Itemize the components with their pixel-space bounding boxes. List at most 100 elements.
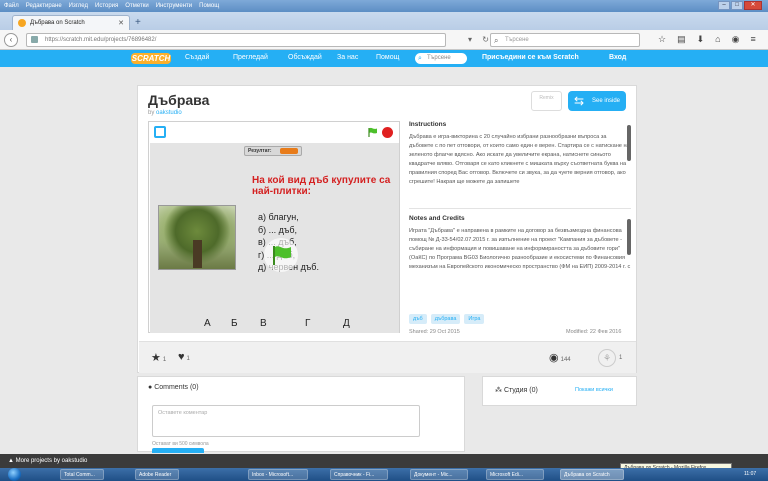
menu-bookmarks[interactable]: Отметки — [125, 3, 148, 9]
play-overlay-button[interactable] — [264, 238, 298, 272]
instructions-scrollbar[interactable] — [627, 125, 631, 161]
menu-view[interactable]: Изглед — [69, 3, 88, 9]
taskbar-item[interactable]: Total Comm... — [60, 469, 104, 480]
menu-file[interactable]: Файл — [4, 3, 19, 9]
score-value — [280, 148, 298, 154]
score-label: Резултат: — [248, 148, 272, 154]
bookmarks-list-icon[interactable]: ▤ — [677, 34, 686, 45]
comment-bubble-icon: ● — [148, 384, 153, 391]
view-all-studios-link[interactable]: Покажи всички — [575, 387, 613, 393]
post-comment-button[interactable] — [152, 448, 204, 453]
address-bar[interactable]: https://scratch.mit.edu/projects/7689648… — [26, 33, 446, 47]
menu-edit[interactable]: Редактиране — [26, 3, 62, 9]
tab-title: Дъбрава on Scratch — [30, 20, 85, 26]
bookmark-star-icon[interactable]: ☆ — [658, 34, 666, 45]
project-title: Дъбрава — [148, 92, 210, 108]
search-icon: ⌕ — [418, 55, 422, 62]
letter-button-a[interactable]: А — [204, 318, 211, 329]
answer-a: а) благун, — [258, 212, 299, 222]
notes-scrollbar[interactable] — [627, 219, 631, 255]
taskbar-item[interactable]: Inbox - Microsoft... — [248, 469, 308, 480]
taskbar-item-active[interactable]: Дъбрава on Scratch — [560, 469, 624, 480]
more-projects-label: More projects by oakstudio — [15, 458, 88, 464]
remix-button[interactable]: Remix — [531, 91, 562, 111]
nav-explore[interactable]: Прегледай — [233, 54, 268, 61]
taskbar-item[interactable]: Справочник - Fi... — [330, 469, 388, 480]
instructions-text: Дъбрава е игра-викторина с 20 случайно и… — [409, 134, 630, 186]
addon-icon[interactable]: ◉ — [732, 34, 740, 45]
star-icon: ★ — [151, 352, 161, 364]
scratch-header: SCRATCH Създай Прегледай Обсъждай За нас… — [0, 50, 768, 67]
letter-button-b[interactable]: Б — [231, 318, 238, 329]
love-button[interactable]: ♥ 1 — [178, 351, 190, 363]
tag-link[interactable]: дъб — [409, 314, 427, 324]
tag-link[interactable]: Игра — [464, 314, 485, 324]
green-flag-large-icon — [273, 246, 291, 265]
downloads-icon[interactable]: ⬇ — [697, 34, 705, 45]
close-tab-icon[interactable]: ✕ — [118, 19, 124, 27]
views-stat: ◉ 144 — [549, 351, 571, 364]
maximize-button[interactable]: □ — [731, 1, 743, 10]
scratch-logo[interactable]: SCRATCH — [131, 53, 171, 64]
oak-tree-image — [158, 205, 236, 270]
notes-text: Играта "Дъбрава" е направена в рамките н… — [409, 228, 631, 271]
letter-button-e[interactable]: Д — [343, 318, 350, 329]
tag-link[interactable]: дъбрава — [430, 314, 461, 324]
browser-tab-active[interactable]: Дъбрава on Scratch ✕ — [12, 15, 130, 30]
hamburger-menu-icon[interactable]: ≡ — [750, 34, 755, 45]
green-flag-icon[interactable] — [368, 127, 378, 137]
menu-help[interactable]: Помощ — [199, 3, 219, 9]
start-button[interactable] — [8, 468, 21, 481]
home-icon[interactable]: ⌂ — [715, 34, 720, 45]
comment-placeholder: Оставете коментар — [158, 410, 208, 416]
studios-panel: ⁂ Студия (0) Покажи всички — [482, 376, 637, 406]
nav-discuss[interactable]: Обсъждай — [288, 54, 322, 61]
author-link[interactable]: oakstudio — [156, 110, 182, 116]
remix-tree-icon[interactable]: ⚘ — [598, 349, 616, 367]
system-clock: 11:07 — [744, 471, 757, 477]
expand-up-icon: ▲ — [8, 458, 14, 464]
see-inside-button[interactable]: ⇆ See inside — [568, 91, 626, 111]
search-bar[interactable]: ⌕ Търсене — [490, 33, 640, 47]
studios-title: Студия (0) — [503, 387, 538, 394]
close-window-button[interactable]: ✕ — [744, 1, 762, 10]
minimize-button[interactable]: – — [718, 1, 730, 10]
tree-trunk — [193, 240, 202, 268]
scratch-favicon-icon — [18, 19, 26, 27]
taskbar-item[interactable]: Microsoft Edi... — [486, 469, 544, 480]
project-tags: дъб дъбрава Игра — [409, 314, 485, 324]
window-menu-bar: Файл Редактиране Изглед История Отметки … — [0, 0, 768, 12]
taskbar-item[interactable]: Документ - Mic... — [410, 469, 468, 480]
answer-b: б) ... дъб, — [258, 224, 297, 235]
favorite-button[interactable]: ★ 1 — [151, 351, 166, 364]
comment-char-limit: Остават ви 500 символа — [152, 441, 209, 447]
views-count: 144 — [560, 357, 571, 363]
new-tab-icon[interactable]: + — [135, 17, 141, 28]
menu-tools[interactable]: Инструменти — [156, 3, 192, 9]
fullscreen-icon[interactable] — [154, 126, 166, 138]
stage[interactable]: Резултат: На кой вид дъб купулите са най… — [150, 143, 399, 333]
taskbar-item[interactable]: Adobe Reader — [135, 469, 179, 480]
back-button[interactable]: ‹ — [4, 32, 18, 47]
comments-panel: ● Comments (0) Оставете коментар Остават… — [137, 376, 465, 453]
sign-in-link[interactable]: Вход — [609, 54, 626, 61]
see-inside-label: See inside — [592, 98, 621, 104]
join-scratch-link[interactable]: Присъедини се към Scratch — [482, 54, 579, 61]
letter-button-c[interactable]: В — [260, 318, 267, 329]
instructions-section: Instructions Дъбрава е игра-викторина с … — [409, 121, 631, 209]
remixes-count: 1 — [619, 355, 623, 361]
nav-help[interactable]: Помощ — [376, 54, 399, 61]
nav-create[interactable]: Създай — [185, 54, 209, 61]
comment-textarea[interactable]: Оставете коментар — [152, 405, 420, 437]
site-info-icon[interactable] — [31, 36, 38, 43]
scratch-search-input[interactable]: ⌕ Търсене — [415, 53, 467, 64]
nav-about[interactable]: За нас — [337, 54, 358, 61]
menu-history[interactable]: История — [95, 3, 118, 9]
remix-label: Remix — [539, 95, 554, 101]
tab-strip: Дъбрава on Scratch ✕ + — [0, 12, 768, 30]
project-description-column: Instructions Дъбрава е игра-викторина с … — [409, 121, 631, 299]
stop-button[interactable] — [382, 127, 393, 138]
notes-heading: Notes and Credits — [409, 215, 465, 222]
letter-button-d[interactable]: Г — [305, 318, 310, 329]
scratch-search-placeholder: Търсене — [427, 55, 451, 61]
